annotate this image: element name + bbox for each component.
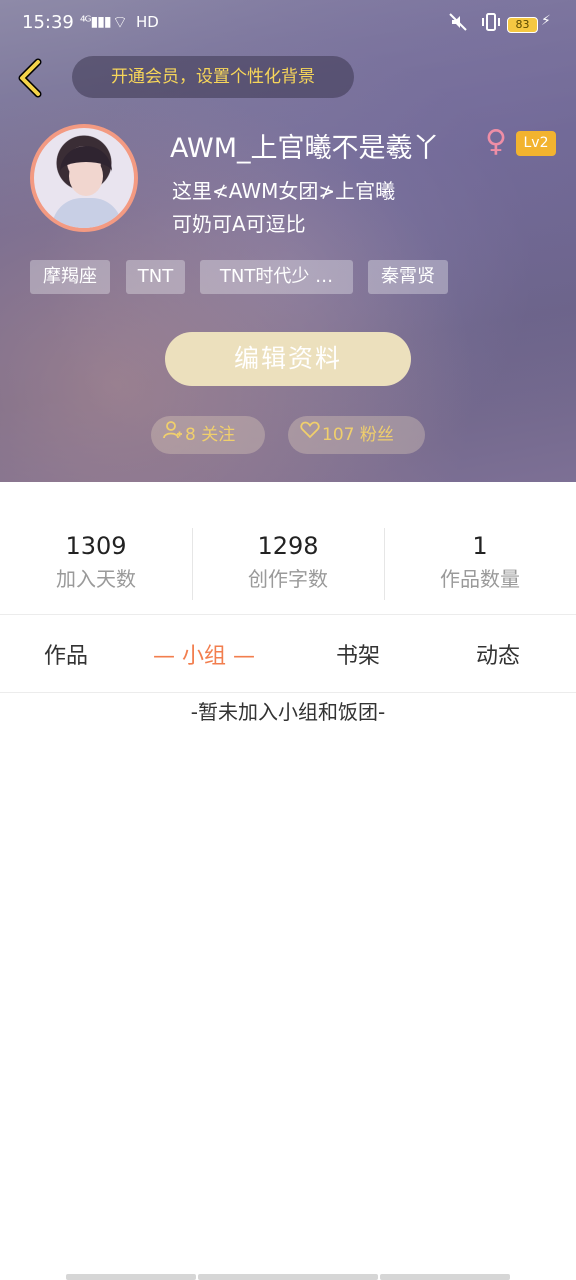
mute-icon: [448, 12, 468, 37]
nav-gesture-bar: [380, 1274, 510, 1280]
signal-icon: ⁴ᴳ▮▮▮: [80, 14, 112, 30]
nav-gesture-bar: [198, 1274, 378, 1280]
username: AWM_上官曦不是羲丫: [170, 133, 440, 164]
tab-works[interactable]: 作品: [44, 638, 88, 670]
hd-indicator: HD: [136, 13, 159, 31]
charging-icon: ⚡: [541, 13, 551, 29]
tag-tnt[interactable]: TNT: [126, 260, 185, 294]
stat-label: 创作字数: [248, 567, 328, 591]
chevron-left-icon: [18, 58, 42, 98]
stat-join-days: 1309 加入天数: [0, 528, 192, 600]
level-badge: Lv2: [516, 131, 556, 156]
tag-tnt-era[interactable]: TNT时代少 …: [200, 260, 353, 294]
stat-value: 1298: [257, 532, 319, 560]
nav-gesture-bar: [66, 1274, 196, 1280]
fans-button[interactable]: 107 粉丝: [288, 416, 425, 454]
battery-icon: 83: [507, 17, 538, 33]
stat-works-count: 1 作品数量: [384, 528, 576, 600]
following-count: 8 关注: [185, 425, 236, 445]
empty-state-text: -暂未加入小组和饭团-: [190, 700, 386, 724]
profile-tabs: 作品 — 小组 — 书架 动态: [0, 628, 576, 684]
status-bar: 15:39 ⁴ᴳ▮▮▮ ⌔ HD 83 ⚡: [0, 0, 576, 44]
divider: [0, 692, 576, 693]
edit-profile-button[interactable]: 编辑资料: [165, 332, 411, 386]
following-button[interactable]: 8 关注: [151, 416, 265, 454]
stat-label: 作品数量: [440, 567, 520, 591]
back-button[interactable]: [14, 58, 44, 98]
vibrate-icon: [480, 12, 502, 37]
vip-background-banner[interactable]: 开通会员，设置个性化背景: [72, 56, 354, 98]
profile-header: 15:39 ⁴ᴳ▮▮▮ ⌔ HD 83 ⚡ 开通会员，设置个性化背景 AWM_上…: [0, 0, 576, 482]
tag-qin[interactable]: 秦霄贤: [368, 260, 448, 294]
user-add-icon: [163, 416, 185, 454]
tab-shelf[interactable]: 书架: [336, 638, 380, 670]
divider: [0, 614, 576, 615]
fans-count: 107 粉丝: [322, 425, 394, 445]
wifi-icon: ⌔: [112, 13, 128, 33]
stats-row: 1309 加入天数 1298 创作字数 1 作品数量: [0, 528, 576, 600]
heart-icon: [300, 416, 322, 454]
tab-groups[interactable]: — 小组 —: [153, 638, 255, 670]
status-time: 15:39: [22, 12, 74, 33]
tab-feed[interactable]: 动态: [476, 638, 520, 670]
female-gender-icon: ♀: [485, 124, 507, 159]
bio-text: 这里≮AWM女团≯上官曦 可奶可A可逗比: [172, 179, 396, 236]
avatar[interactable]: [30, 124, 138, 232]
stat-value: 1: [472, 532, 488, 560]
stat-value: 1309: [65, 532, 127, 560]
stat-word-count: 1298 创作字数: [192, 528, 384, 600]
tag-zodiac[interactable]: 摩羯座: [30, 260, 110, 294]
stat-label: 加入天数: [56, 567, 136, 591]
